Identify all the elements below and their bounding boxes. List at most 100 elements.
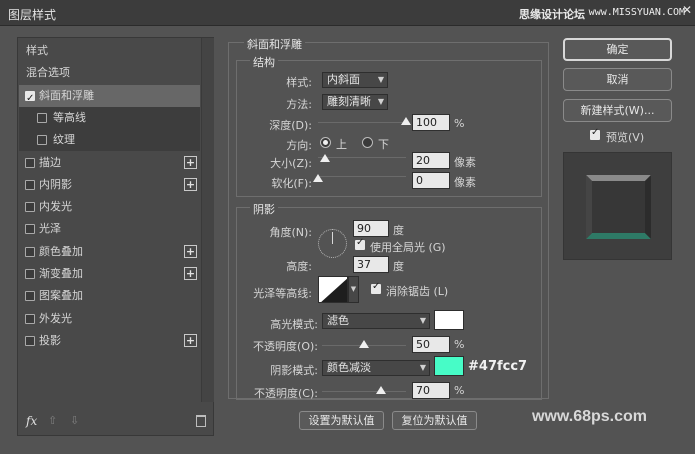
soften-slider-knob[interactable] (313, 174, 323, 182)
sidebar-item[interactable]: 光泽 (19, 218, 200, 240)
sidebar-item-label: 内阴影 (39, 177, 72, 191)
style-select[interactable]: 内斜面 ▼ (322, 72, 388, 88)
highlight-mode-value: 滤色 (327, 314, 349, 327)
chevron-down-icon: ▼ (419, 363, 426, 372)
sidebar-item[interactable]: 渐变叠加 + (19, 263, 200, 285)
sidebar-item-checkbox[interactable] (25, 179, 35, 190)
direction-up-radio[interactable] (320, 137, 331, 148)
sidebar-item-checkbox[interactable] (25, 202, 35, 213)
effects-list: fx ⇧ ⇩ 样式混合选项斜面和浮雕等高线纹理描边 + 内阴影 + 内发光光泽颜色叠加 +… (17, 37, 214, 436)
sidebar-item-checkbox[interactable] (25, 335, 35, 346)
global-light-label: 使用全局光 (G) (370, 241, 446, 254)
sidebar-item[interactable]: 图案叠加 (19, 285, 200, 307)
sidebar-item-checkbox[interactable] (25, 269, 35, 279)
move-down-icon[interactable]: ⇩ (70, 414, 79, 427)
highlight-opacity-knob[interactable] (359, 340, 369, 348)
gloss-contour-dropdown[interactable]: ▼ (348, 276, 359, 303)
size-slider-knob[interactable] (320, 154, 331, 162)
ok-button[interactable]: 确定 (563, 38, 672, 61)
add-effect-icon[interactable]: + (184, 244, 197, 258)
sidebar-item[interactable]: 内发光 (19, 196, 200, 218)
new-style-button[interactable]: 新建样式(W)... (563, 99, 672, 122)
highlight-mode-select[interactable]: 滤色 ▼ (322, 313, 430, 329)
soften-label: 软化(F): (271, 177, 312, 190)
fx-icon[interactable]: fx (26, 414, 37, 428)
make-default-button[interactable]: 设置为默认值 (299, 411, 384, 430)
direction-down-radio[interactable] (362, 137, 373, 148)
move-up-icon[interactable]: ⇧ (48, 414, 57, 427)
shadow-color-swatch[interactable] (434, 356, 464, 376)
sidebar-item-label: 外发光 (39, 311, 72, 325)
global-light-checkbox[interactable] (355, 237, 365, 250)
shadow-opacity-knob[interactable] (375, 386, 386, 394)
highlight-opacity-label: 不透明度(O): (253, 340, 318, 353)
add-effect-icon[interactable]: + (184, 155, 197, 169)
antialias-checkbox[interactable] (371, 281, 381, 294)
soften-unit: 像素 (454, 176, 476, 189)
sidebar-item-checkbox[interactable] (25, 157, 35, 168)
angle-input[interactable]: 90 (353, 220, 389, 237)
add-effect-icon[interactable]: + (184, 267, 197, 280)
size-slider[interactable] (318, 157, 406, 158)
shadow-opacity-input[interactable]: 70 (412, 382, 450, 399)
sidebar-item[interactable]: 颜色叠加 + (19, 241, 200, 263)
technique-value: 雕刻清晰 (327, 95, 371, 108)
direction-up-label: 上 (336, 138, 347, 151)
sidebar-item-checkbox[interactable] (25, 224, 35, 235)
effects-toolbar: fx ⇧ ⇩ (18, 410, 213, 435)
sidebar-item-checkbox[interactable] (25, 313, 35, 324)
depth-input[interactable]: 100 (412, 114, 450, 131)
sidebar-item-label: 投影 (39, 333, 61, 347)
sidebar-item-checkbox[interactable] (37, 112, 47, 123)
sidebar-item[interactable]: 纹理 (19, 129, 200, 152)
preview-bevel-image (586, 175, 651, 239)
style-value: 内斜面 (327, 73, 360, 86)
antialias-label: 消除锯齿 (L) (386, 285, 449, 298)
soften-input[interactable]: 0 (412, 172, 450, 189)
shadow-mode-select[interactable]: 颜色减淡 ▼ (322, 360, 430, 376)
reset-default-button[interactable]: 复位为默认值 (392, 411, 477, 430)
soften-slider[interactable] (318, 176, 406, 177)
sidebar-item-checkbox[interactable] (25, 291, 35, 302)
sidebar-item-label: 等高线 (53, 110, 86, 124)
sidebar-item[interactable]: 样式 (19, 40, 200, 62)
size-unit: 像素 (454, 156, 476, 169)
sidebar-item[interactable]: 外发光 (19, 308, 200, 330)
highlight-opacity-input[interactable]: 50 (412, 336, 450, 353)
cancel-button[interactable]: 取消 (563, 68, 672, 91)
sidebar-item-label: 样式 (26, 44, 48, 57)
angle-dial[interactable] (318, 229, 347, 258)
altitude-input[interactable]: 37 (353, 256, 389, 273)
chevron-down-icon: ▼ (377, 75, 384, 84)
preview-label: 预览(V) (606, 131, 645, 144)
sidebar-item[interactable]: 等高线 (19, 106, 200, 129)
depth-slider[interactable] (318, 122, 406, 123)
depth-label: 深度(D): (269, 119, 312, 132)
effects-scrollbar[interactable] (201, 38, 214, 402)
dialog-title: 图层样式 (8, 8, 57, 22)
highlight-mode-label: 高光模式: (270, 318, 318, 331)
technique-label: 方法: (286, 98, 312, 111)
depth-slider-knob[interactable] (401, 117, 411, 125)
shadow-color-hex: #47fcc7 (468, 359, 528, 374)
altitude-label: 高度: (286, 260, 312, 273)
size-input[interactable]: 20 (412, 152, 450, 169)
preview-checkbox[interactable] (590, 127, 600, 140)
sidebar-item-checkbox[interactable] (37, 135, 47, 146)
sidebar-item[interactable]: 内阴影 + (19, 174, 200, 196)
shadow-opacity-slider[interactable] (322, 391, 406, 392)
sidebar-item[interactable]: 描边 + (19, 152, 200, 174)
technique-select[interactable]: 雕刻清晰 ▼ (322, 94, 388, 110)
trash-icon[interactable] (196, 415, 206, 427)
sidebar-item-checkbox[interactable] (25, 88, 35, 110)
gloss-contour-picker[interactable] (318, 276, 348, 303)
close-icon[interactable]: ✕ (681, 4, 693, 16)
add-effect-icon[interactable]: + (184, 177, 197, 191)
highlight-color-swatch[interactable] (434, 310, 464, 330)
sidebar-item[interactable]: 投影 + (19, 330, 200, 352)
sidebar-item-checkbox[interactable] (25, 246, 35, 257)
sidebar-item[interactable]: 斜面和浮雕 (19, 84, 200, 110)
add-effect-icon[interactable]: + (184, 333, 197, 347)
shadow-opacity-label: 不透明度(C): (254, 387, 318, 400)
sidebar-item[interactable]: 混合选项 (19, 62, 200, 84)
